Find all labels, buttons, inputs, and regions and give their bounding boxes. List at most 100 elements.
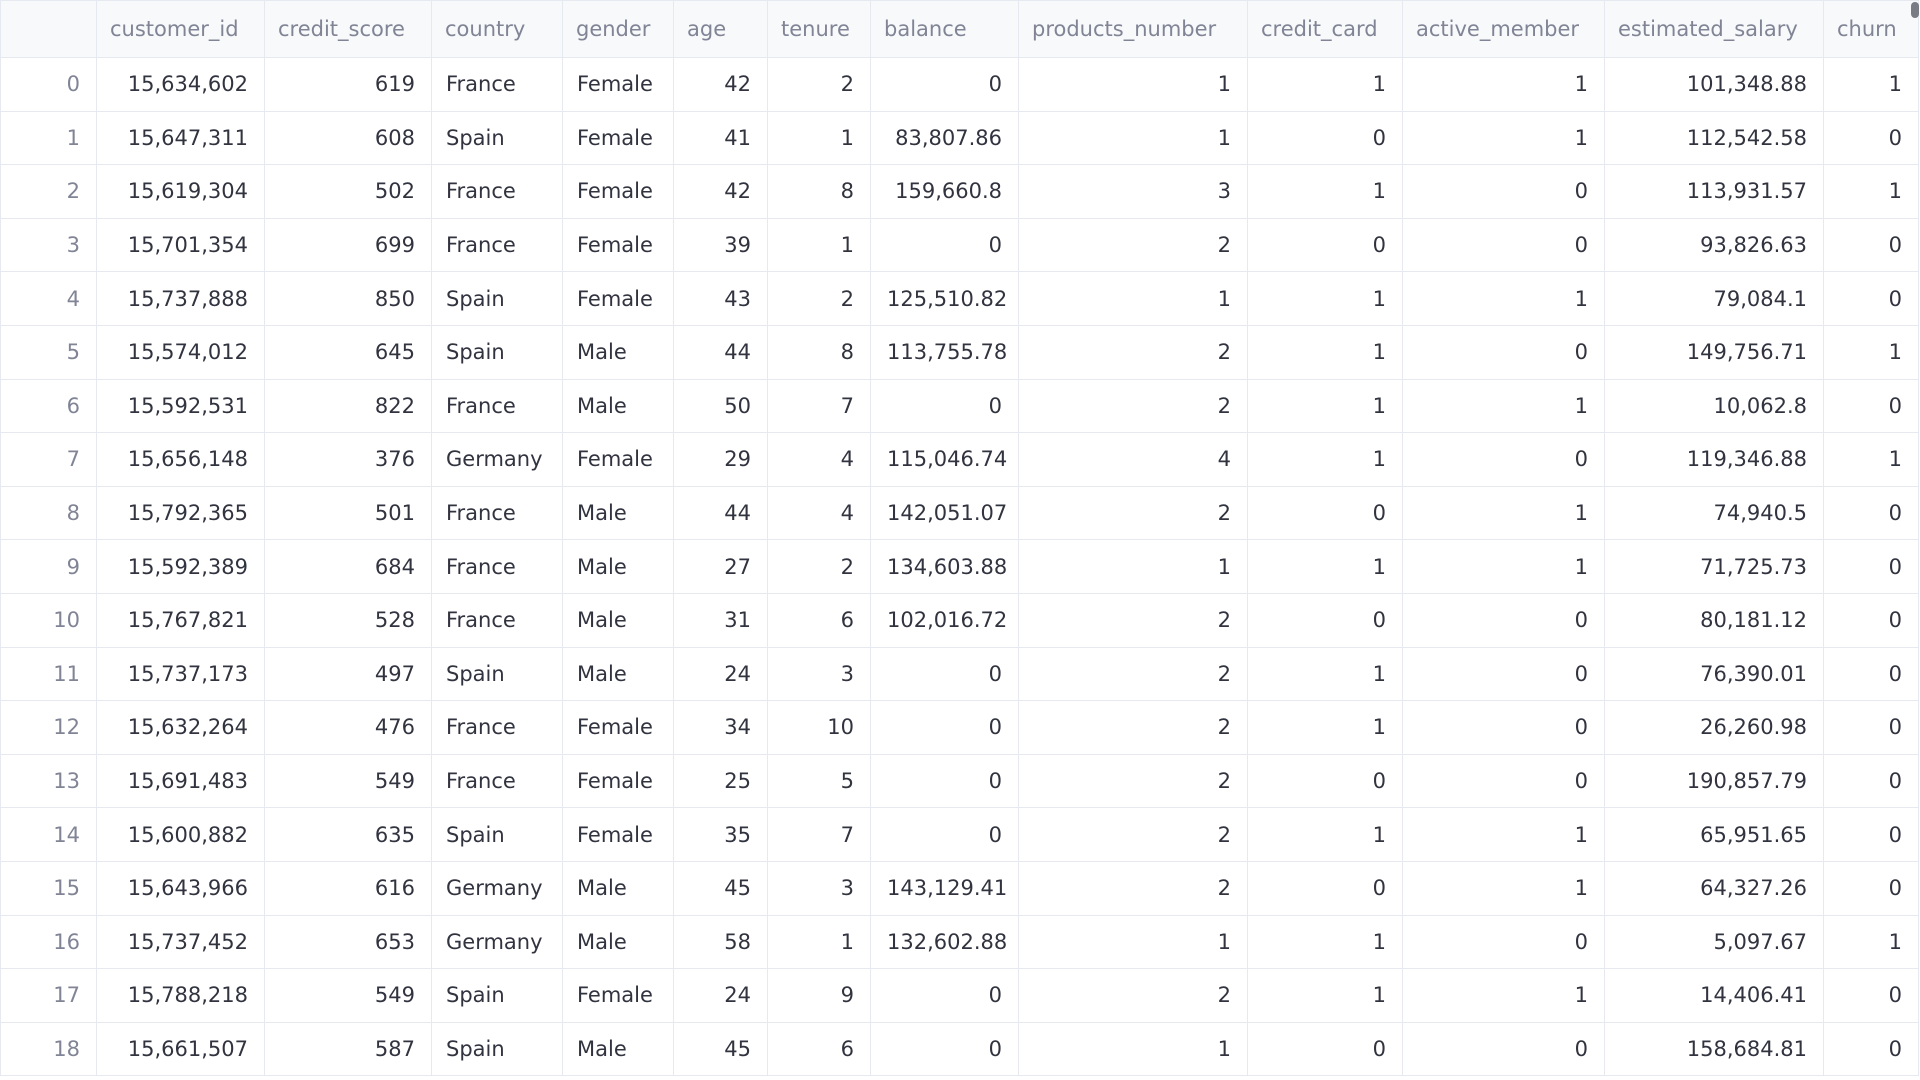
cell-credit-card[interactable]: 0 [1247, 110, 1403, 166]
cell-products-number[interactable]: 2 [1018, 753, 1248, 809]
cell-gender[interactable]: Male [562, 378, 674, 434]
cell-country[interactable]: France [431, 592, 563, 648]
cell-gender[interactable]: Female [562, 753, 674, 809]
cell-products-number[interactable]: 2 [1018, 700, 1248, 755]
cell-credit-card[interactable]: 1 [1247, 432, 1403, 487]
cell-churn[interactable]: 1 [1823, 57, 1919, 112]
cell-active-member[interactable]: 1 [1402, 378, 1605, 434]
cell-gender[interactable]: Female [562, 807, 674, 862]
cell-estimated-salary[interactable]: 190,857.79 [1604, 753, 1824, 809]
column-header-estimated-salary[interactable]: estimated_salary [1604, 0, 1824, 58]
cell-tenure[interactable]: 4 [767, 485, 871, 541]
cell-customer-id[interactable]: 15,737,452 [96, 914, 265, 970]
table-row[interactable]: 11 15,737,173 497 Spain Male 24 3 0 2 1 0 76,390.01… [0, 646, 1919, 702]
cell-credit-score[interactable]: 497 [264, 646, 432, 702]
cell-estimated-salary[interactable]: 64,327.26 [1604, 860, 1824, 916]
cell-customer-id[interactable]: 15,574,012 [96, 324, 265, 380]
cell-gender[interactable]: Male [562, 539, 674, 594]
cell-credit-score[interactable]: 502 [264, 164, 432, 219]
cell-products-number[interactable]: 2 [1018, 378, 1248, 434]
cell-gender[interactable]: Male [562, 324, 674, 380]
cell-balance[interactable]: 0 [870, 646, 1019, 702]
table-row[interactable]: 0 15,634,602 619 France Female 42 2 0 1 1 1 101,348… [0, 57, 1919, 112]
table-row[interactable]: 15 15,643,966 616 Germany Male 45 3 143,129.41 2… [0, 860, 1919, 916]
cell-credit-card[interactable]: 1 [1247, 164, 1403, 219]
table-row[interactable]: 10 15,767,821 528 France Male 31 6 102,016.72 2 0… [0, 592, 1919, 648]
cell-country[interactable]: Spain [431, 1021, 563, 1077]
cell-estimated-salary[interactable]: 74,940.5 [1604, 485, 1824, 541]
cell-gender[interactable]: Male [562, 1021, 674, 1077]
cell-credit-score[interactable]: 476 [264, 700, 432, 755]
cell-customer-id[interactable]: 15,619,304 [96, 164, 265, 219]
cell-products-number[interactable]: 2 [1018, 217, 1248, 273]
cell-active-member[interactable]: 1 [1402, 968, 1605, 1023]
cell-churn[interactable]: 0 [1823, 1021, 1919, 1077]
cell-credit-card[interactable]: 0 [1247, 860, 1403, 916]
table-row[interactable]: 2 15,619,304 502 France Female 42 8 159,660.8 3 1… [0, 164, 1919, 219]
cell-gender[interactable]: Male [562, 646, 674, 702]
cell-churn[interactable]: 0 [1823, 700, 1919, 755]
cell-estimated-salary[interactable]: 80,181.12 [1604, 592, 1824, 648]
cell-active-member[interactable]: 1 [1402, 271, 1605, 326]
column-header-age[interactable]: age [673, 0, 768, 58]
cell-credit-card[interactable]: 0 [1247, 217, 1403, 273]
column-header-gender[interactable]: gender [562, 0, 674, 58]
cell-age[interactable]: 24 [673, 646, 768, 702]
cell-gender[interactable]: Female [562, 217, 674, 273]
cell-balance[interactable]: 0 [870, 378, 1019, 434]
table-row[interactable]: 14 15,600,882 635 Spain Female 35 7 0 2 1 1 65,951.… [0, 807, 1919, 862]
cell-products-number[interactable]: 1 [1018, 271, 1248, 326]
cell-age[interactable]: 44 [673, 324, 768, 380]
cell-active-member[interactable]: 1 [1402, 539, 1605, 594]
cell-credit-score[interactable]: 616 [264, 860, 432, 916]
cell-credit-score[interactable]: 653 [264, 914, 432, 970]
dataframe-grid[interactable]: customer_id credit_score country gender age t… [0, 0, 1920, 1080]
cell-churn[interactable]: 0 [1823, 753, 1919, 809]
cell-customer-id[interactable]: 15,737,888 [96, 271, 265, 326]
cell-customer-id[interactable]: 15,737,173 [96, 646, 265, 702]
cell-tenure[interactable]: 1 [767, 914, 871, 970]
cell-credit-card[interactable]: 1 [1247, 914, 1403, 970]
cell-churn[interactable]: 0 [1823, 539, 1919, 594]
cell-tenure[interactable]: 10 [767, 700, 871, 755]
cell-country[interactable]: Spain [431, 646, 563, 702]
cell-active-member[interactable]: 0 [1402, 700, 1605, 755]
cell-tenure[interactable]: 1 [767, 110, 871, 166]
column-header-churn[interactable]: churn [1823, 0, 1919, 58]
cell-credit-card[interactable]: 1 [1247, 378, 1403, 434]
cell-credit-score[interactable]: 549 [264, 753, 432, 809]
cell-churn[interactable]: 0 [1823, 271, 1919, 326]
cell-age[interactable]: 39 [673, 217, 768, 273]
cell-credit-score[interactable]: 619 [264, 57, 432, 112]
cell-customer-id[interactable]: 15,632,264 [96, 700, 265, 755]
cell-balance[interactable]: 125,510.82 [870, 271, 1019, 326]
cell-customer-id[interactable]: 15,592,389 [96, 539, 265, 594]
cell-active-member[interactable]: 0 [1402, 1021, 1605, 1077]
table-row[interactable]: 12 15,632,264 476 France Female 34 10 0 2 1 0 26,26… [0, 700, 1919, 755]
cell-country[interactable]: France [431, 485, 563, 541]
cell-gender[interactable]: Female [562, 968, 674, 1023]
cell-credit-score[interactable]: 528 [264, 592, 432, 648]
cell-credit-score[interactable]: 645 [264, 324, 432, 380]
cell-active-member[interactable]: 0 [1402, 164, 1605, 219]
cell-age[interactable]: 42 [673, 164, 768, 219]
cell-products-number[interactable]: 1 [1018, 57, 1248, 112]
cell-customer-id[interactable]: 15,792,365 [96, 485, 265, 541]
cell-credit-score[interactable]: 549 [264, 968, 432, 1023]
cell-products-number[interactable]: 1 [1018, 1021, 1248, 1077]
cell-gender[interactable]: Male [562, 860, 674, 916]
cell-gender[interactable]: Male [562, 592, 674, 648]
cell-age[interactable]: 29 [673, 432, 768, 487]
cell-estimated-salary[interactable]: 149,756.71 [1604, 324, 1824, 380]
cell-customer-id[interactable]: 15,701,354 [96, 217, 265, 273]
cell-active-member[interactable]: 1 [1402, 110, 1605, 166]
cell-churn[interactable]: 1 [1823, 432, 1919, 487]
cell-gender[interactable]: Male [562, 485, 674, 541]
cell-country[interactable]: Spain [431, 110, 563, 166]
column-header-country[interactable]: country [431, 0, 563, 58]
cell-active-member[interactable]: 0 [1402, 646, 1605, 702]
column-header-tenure[interactable]: tenure [767, 0, 871, 58]
cell-customer-id[interactable]: 15,647,311 [96, 110, 265, 166]
cell-age[interactable]: 42 [673, 57, 768, 112]
cell-estimated-salary[interactable]: 101,348.88 [1604, 57, 1824, 112]
